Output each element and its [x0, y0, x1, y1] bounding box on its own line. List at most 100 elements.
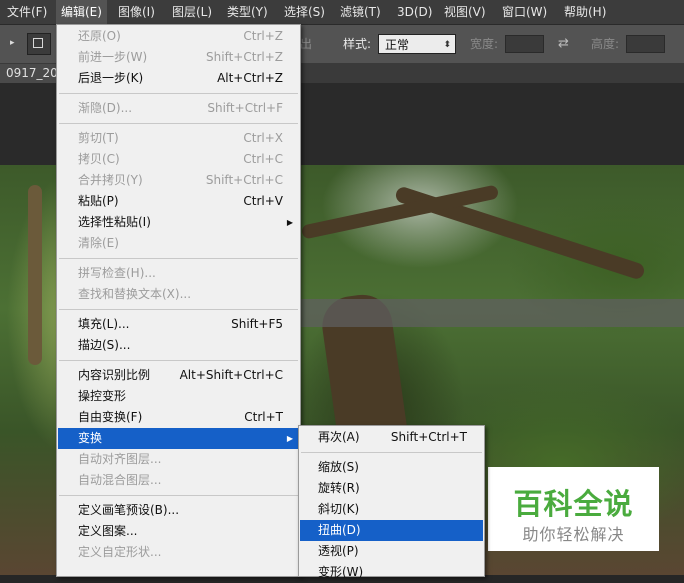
menu-layer[interactable]: 图层(L)	[167, 0, 217, 24]
edit-menu-item[interactable]: 描边(S)...	[58, 335, 299, 356]
edit-menu-item[interactable]: 定义画笔预设(B)...	[58, 500, 299, 521]
edit-menu-item: 剪切(T) Ctrl+X	[58, 128, 299, 149]
edit-menu-item: 还原(O) Ctrl+Z	[58, 26, 299, 47]
menu-separator	[59, 93, 298, 94]
edit-menu-item-label: 定义画笔预设(B)...	[78, 503, 180, 517]
edit-menu-item-label: 操控变形	[78, 389, 127, 403]
edit-menu-item-label: 拼写检查(H)...	[78, 266, 156, 280]
edit-menu-item: 定义自定形状...	[58, 542, 299, 563]
menu-file[interactable]: 文件(F)	[2, 0, 52, 24]
edit-menu-item[interactable]: 后退一步(K) Alt+Ctrl+Z	[58, 68, 299, 89]
edit-menu-item-shortcut: Shift+Ctrl+F	[207, 101, 283, 115]
edit-menu-item-shortcut: Ctrl+X	[243, 131, 283, 145]
watermark-subtitle: 助你轻松解决	[522, 525, 625, 544]
style-select[interactable]: 正常 ⬍	[378, 34, 456, 54]
selection-band	[300, 299, 684, 327]
edit-menu-item[interactable]: 选择性粘贴(I) ▶	[58, 212, 299, 233]
edit-menu-item-label: 还原(O)	[78, 29, 121, 43]
menu-separator	[301, 452, 482, 453]
transform-submenu-item-label: 缩放(S)	[318, 460, 359, 474]
menu-image[interactable]: 图像(I)	[113, 0, 160, 24]
grip-icon: ▸	[10, 38, 15, 48]
edit-menu-item-shortcut: Ctrl+C	[243, 152, 283, 166]
style-select-value: 正常	[385, 38, 410, 52]
edit-menu: 还原(O) Ctrl+Z 前进一步(W) Shift+Ctrl+Z 后退一步(K) Alt…	[56, 24, 301, 577]
menu-type[interactable]: 类型(Y)	[222, 0, 273, 24]
transform-submenu-item-label: 变形(W)	[318, 565, 364, 579]
edit-menu-item-label: 自动对齐图层...	[78, 452, 162, 466]
edit-menu-item-label: 清除(E)	[78, 236, 119, 250]
edit-menu-item-label: 查找和替换文本(X)...	[78, 287, 192, 301]
transform-submenu-item-label: 再次(A)	[318, 430, 360, 444]
edit-menu-item-shortcut: Ctrl+T	[244, 410, 283, 424]
width-label: 宽度:	[470, 37, 499, 51]
edit-menu-item: 合并拷贝(Y) Shift+Ctrl+C	[58, 170, 299, 191]
edit-menu-item: 自动混合图层...	[58, 470, 299, 491]
submenu-arrow-icon: ▶	[286, 218, 293, 227]
menu-separator	[59, 309, 298, 310]
edit-menu-item[interactable]: 自由变换(F) Ctrl+T	[58, 407, 299, 428]
document-tab[interactable]: 0917_20	[0, 64, 57, 83]
edit-menu-item[interactable]: 定义图案...	[58, 521, 299, 542]
transform-submenu-item[interactable]: 缩放(S)	[300, 457, 483, 478]
swap-arrows-icon[interactable]: ⇄	[558, 25, 569, 63]
edit-menu-item-label: 渐隐(D)...	[78, 101, 133, 115]
edit-menu-item-label: 合并拷贝(Y)	[78, 173, 143, 187]
edit-menu-item-shortcut: Shift+F5	[231, 317, 283, 331]
edit-menu-item-shortcut: Alt+Ctrl+Z	[217, 71, 283, 85]
menu-separator	[59, 258, 298, 259]
menu-select[interactable]: 选择(S)	[279, 0, 330, 24]
watermark-logo: 百科全说 助你轻松解决	[488, 467, 659, 551]
transform-submenu-item[interactable]: 变形(W)	[300, 562, 483, 583]
edit-menu-item-label: 定义图案...	[78, 524, 138, 538]
edit-menu-item-shortcut: Shift+Ctrl+C	[205, 173, 283, 187]
transform-submenu-item-label: 透视(P)	[318, 544, 359, 558]
transform-submenu-item[interactable]: 旋转(R)	[300, 478, 483, 499]
tool-preset-picker[interactable]	[27, 33, 51, 55]
edit-menu-item-label: 剪切(T)	[78, 131, 119, 145]
refine-edge-label: 出	[300, 37, 313, 51]
edit-menu-item-shortcut: Shift+Ctrl+Z	[206, 50, 283, 64]
transform-submenu-item-label: 扭曲(D)	[318, 523, 361, 537]
height-input[interactable]	[626, 35, 665, 53]
transform-submenu-item[interactable]: 透视(P)	[300, 541, 483, 562]
menu-help[interactable]: 帮助(H)	[559, 0, 611, 24]
menu-separator	[59, 360, 298, 361]
edit-menu-item[interactable]: 内容识别比例 Alt+Shift+Ctrl+C	[58, 365, 299, 386]
edit-menu-item-label: 自由变换(F)	[78, 410, 143, 424]
edit-menu-item[interactable]: 操控变形	[58, 386, 299, 407]
style-label: 样式:	[343, 37, 372, 51]
menu-separator	[59, 123, 298, 124]
tree-trunk	[28, 185, 42, 365]
edit-menu-item: 清除(E)	[58, 233, 299, 254]
up-down-arrow-icon: ⬍	[443, 40, 451, 50]
edit-menu-item[interactable]: 填充(L)... Shift+F5	[58, 314, 299, 335]
edit-menu-item: 拷贝(C) Ctrl+C	[58, 149, 299, 170]
edit-menu-item: 查找和替换文本(X)...	[58, 284, 299, 305]
edit-menu-item-shortcut: Ctrl+V	[243, 194, 283, 208]
menu-separator	[59, 495, 298, 496]
transform-submenu-item[interactable]: 斜切(K)	[300, 499, 483, 520]
height-label: 高度:	[591, 37, 620, 51]
menu-bar: 文件(F) 编辑(E) 图像(I) 图层(L) 类型(Y) 选择(S) 滤镜(T…	[0, 0, 684, 25]
menu-edit[interactable]: 编辑(E)	[56, 0, 107, 24]
edit-menu-item: 自动对齐图层...	[58, 449, 299, 470]
edit-menu-item-shortcut: Alt+Shift+Ctrl+C	[179, 368, 283, 382]
edit-menu-item-label: 变换	[78, 431, 103, 445]
edit-menu-item[interactable]: 粘贴(P) Ctrl+V	[58, 191, 299, 212]
width-input[interactable]	[505, 35, 544, 53]
menu-window[interactable]: 窗口(W)	[497, 0, 552, 24]
transform-submenu-item[interactable]: 再次(A) Shift+Ctrl+T	[300, 427, 483, 448]
edit-menu-item[interactable]: 变换 ▶	[58, 428, 299, 449]
edit-menu-item-shortcut: Ctrl+Z	[243, 29, 283, 43]
edit-menu-item-label: 填充(L)...	[78, 317, 130, 331]
menu-view[interactable]: 视图(V)	[439, 0, 491, 24]
transform-submenu-item[interactable]: 扭曲(D)	[300, 520, 483, 541]
marquee-icon	[33, 38, 43, 48]
watermark-title: 百科全说	[513, 487, 634, 521]
edit-menu-item: 拼写检查(H)...	[58, 263, 299, 284]
menu-filter[interactable]: 滤镜(T)	[335, 0, 386, 24]
edit-menu-item-label: 描边(S)...	[78, 338, 131, 352]
menu-3d[interactable]: 3D(D)	[392, 0, 437, 24]
edit-menu-item-label: 前进一步(W)	[78, 50, 148, 64]
